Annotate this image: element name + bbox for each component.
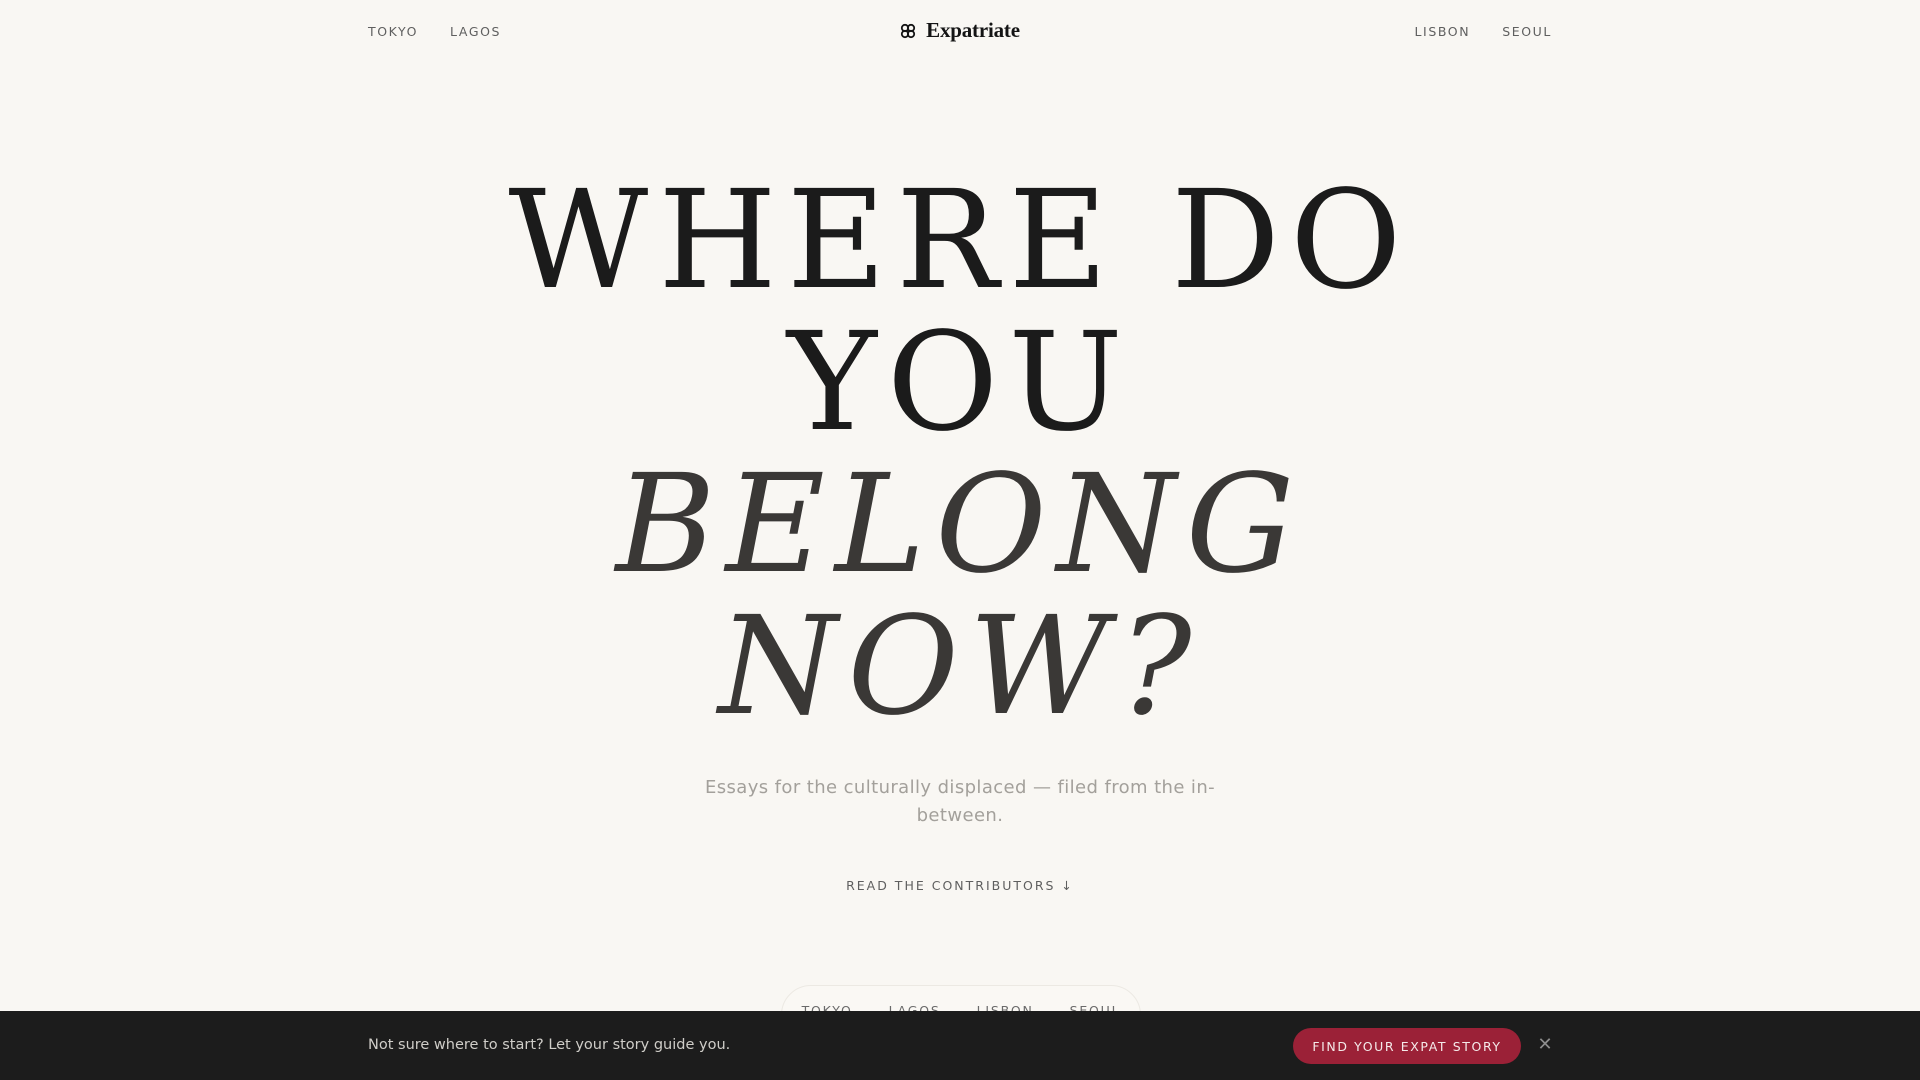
headline-line-1: WHERE DO: [508, 162, 1412, 320]
nav-link-lisbon[interactable]: LISBON: [1414, 24, 1470, 39]
read-contributors-link[interactable]: READ THE CONTRIBUTORS ↓: [846, 878, 1074, 893]
nav-link-tokyo[interactable]: TOKYO: [368, 24, 418, 39]
hero-subtitle: Essays for the culturally displaced — fi…: [704, 777, 1216, 826]
clover-icon: [901, 23, 916, 38]
brand-name: Expatriate: [926, 18, 1020, 42]
headline-line-2: YOU: [787, 304, 1133, 462]
hero-section: WHERE DO YOU BELONG NOW? Essays for the …: [0, 170, 1920, 894]
bottom-promo-bar: Not sure where to start? Let your story …: [0, 1011, 1920, 1080]
headline-line-3: BELONG: [615, 446, 1305, 604]
nav-left: TOKYO LAGOS: [368, 24, 501, 39]
site-header: TOKYO LAGOS Expatriate LISBON SEOUL: [0, 0, 1920, 64]
close-icon[interactable]: ✕: [1536, 1034, 1554, 1056]
hero-headline: WHERE DO YOU BELONG NOW?: [0, 170, 1920, 738]
nav-link-lagos[interactable]: LAGOS: [450, 24, 501, 39]
promo-message: Not sure where to start? Let your story …: [368, 1037, 731, 1053]
headline-line-4: NOW?: [718, 588, 1202, 746]
brand-logo[interactable]: Expatriate: [900, 18, 1020, 43]
find-expat-story-button[interactable]: FIND YOUR EXPAT STORY: [1293, 1028, 1521, 1064]
nav-link-seoul[interactable]: SEOUL: [1502, 24, 1552, 39]
nav-right: LISBON SEOUL: [1414, 24, 1552, 39]
